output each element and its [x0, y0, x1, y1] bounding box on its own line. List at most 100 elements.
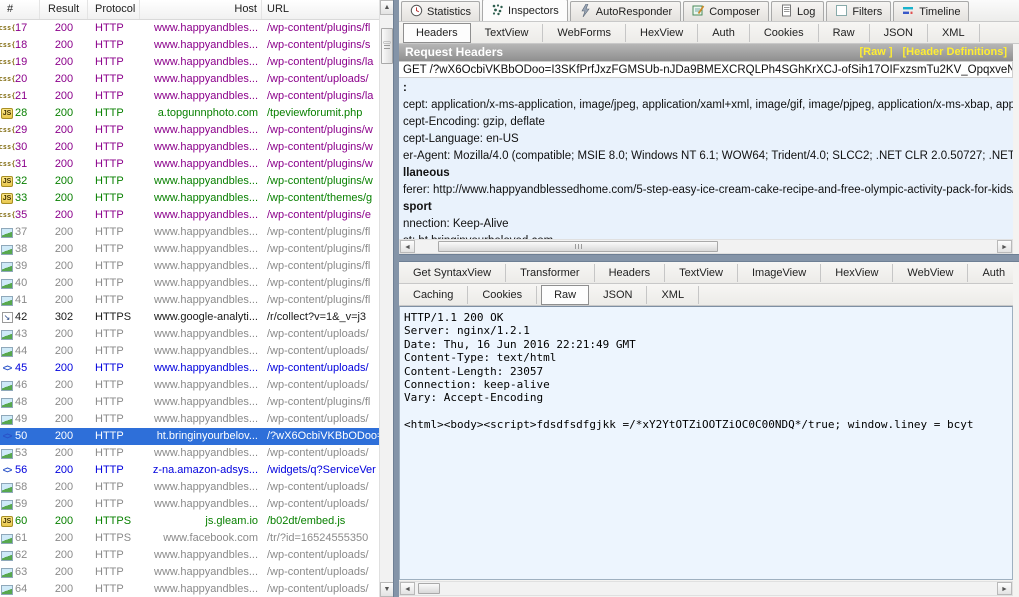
session-row[interactable]: 58200HTTPwww.happyandbles.../wp-content/… [0, 479, 379, 496]
session-row[interactable]: css{31200HTTPwww.happyandbles.../wp-cont… [0, 156, 379, 173]
scroll-up-arrow-icon[interactable]: ▲ [380, 0, 394, 15]
session-row[interactable]: <>56200HTTPz-na.amazon-adsys.../widgets/… [0, 462, 379, 479]
raw-link[interactable]: [Raw ] [859, 44, 892, 61]
scroll-down-arrow-icon[interactable]: ▼ [380, 582, 394, 597]
scrollbar-thumb[interactable] [381, 28, 393, 64]
request-horizontal-scrollbar[interactable]: ◄ ► [399, 239, 1013, 254]
session-row-result: 200 [40, 445, 88, 462]
scroll-right-arrow-icon[interactable]: ► [997, 582, 1012, 595]
column-header-protocol[interactable]: Protocol [88, 0, 140, 19]
session-row[interactable]: css{18200HTTPwww.happyandbles.../wp-cont… [0, 37, 379, 54]
tab-autoresponder[interactable]: AutoResponder [570, 1, 681, 21]
session-row[interactable]: JS60200HTTPSjs.gleam.io/b02dt/embed.js [0, 513, 379, 530]
request-tab-raw[interactable]: Raw [819, 24, 870, 42]
session-row[interactable]: 37200HTTPwww.happyandbles.../wp-content/… [0, 224, 379, 241]
response-tab-caching[interactable]: Caching [399, 286, 468, 304]
session-row-num-cell: <>50 [0, 428, 40, 445]
column-header-num[interactable]: # [0, 0, 40, 19]
response-raw-view[interactable]: HTTP/1.1 200 OKServer: nginx/1.2.1Date: … [399, 306, 1013, 580]
header-definitions-link[interactable]: [Header Definitions] [902, 44, 1007, 61]
session-row[interactable]: 41200HTTPwww.happyandbles.../wp-content/… [0, 292, 379, 309]
request-tab-webforms[interactable]: WebForms [543, 24, 626, 42]
request-tab-cookies[interactable]: Cookies [750, 24, 819, 42]
session-list-vertical-scrollbar[interactable]: ▲ ▼ [379, 0, 393, 597]
session-row[interactable]: <>45200HTTPwww.happyandbles.../wp-conten… [0, 360, 379, 377]
session-row[interactable]: 59200HTTPwww.happyandbles.../wp-content/… [0, 496, 379, 513]
request-tab-json[interactable]: JSON [870, 24, 928, 42]
session-row[interactable]: JS33200HTTPwww.happyandbles.../wp-conten… [0, 190, 379, 207]
session-row-protocol: HTTP [88, 479, 140, 496]
scroll-left-arrow-icon[interactable]: ◄ [400, 240, 415, 253]
scrollbar-thumb[interactable] [438, 241, 718, 252]
session-row[interactable]: css{20200HTTPwww.happyandbles.../wp-cont… [0, 71, 379, 88]
image-icon [0, 550, 14, 562]
session-row[interactable]: css{17200HTTPwww.happyandbles.../wp-cont… [0, 20, 379, 37]
session-row[interactable]: ↘42302HTTPSwww.google-analyti.../r/colle… [0, 309, 379, 326]
session-row[interactable]: css{30200HTTPwww.happyandbles.../wp-cont… [0, 139, 379, 156]
css-icon: css{ [0, 40, 14, 52]
session-row[interactable]: css{19200HTTPwww.happyandbles.../wp-cont… [0, 54, 379, 71]
response-tab-raw[interactable]: Raw [541, 285, 589, 305]
session-row-host: www.happyandbles... [140, 54, 262, 71]
panel-splitter-horizontal[interactable] [399, 254, 1019, 262]
request-tab-headers[interactable]: Headers [403, 23, 471, 43]
session-row[interactable]: css{35200HTTPwww.happyandbles.../wp-cont… [0, 207, 379, 224]
session-row[interactable]: 46200HTTPwww.happyandbles.../wp-content/… [0, 377, 379, 394]
session-row[interactable]: 40200HTTPwww.happyandbles.../wp-content/… [0, 275, 379, 292]
session-row[interactable]: JS32200HTTPwww.happyandbles.../wp-conten… [0, 173, 379, 190]
request-tab-textview[interactable]: TextView [471, 24, 544, 42]
column-header-url[interactable]: URL [262, 0, 379, 19]
tab-inspectors[interactable]: Inspectors [482, 0, 568, 21]
response-tab-json[interactable]: JSON [589, 286, 647, 304]
response-tab-auth[interactable]: Auth [968, 264, 1019, 282]
response-horizontal-scrollbar[interactable]: ◄ ► [399, 581, 1013, 596]
session-row-host: www.facebook.com [140, 530, 262, 547]
session-row[interactable]: 64200HTTPwww.happyandbles.../wp-content/… [0, 581, 379, 597]
session-row[interactable]: 53200HTTPwww.happyandbles.../wp-content/… [0, 445, 379, 462]
session-row[interactable]: 48200HTTPwww.happyandbles.../wp-content/… [0, 394, 379, 411]
session-row[interactable]: 38200HTTPwww.happyandbles.../wp-content/… [0, 241, 379, 258]
session-row[interactable]: 63200HTTPwww.happyandbles.../wp-content/… [0, 564, 379, 581]
request-tab-auth[interactable]: Auth [698, 24, 750, 42]
request-header-line: ferer: http://www.happyandblessedhome.co… [403, 182, 1013, 199]
response-tab-cookies[interactable]: Cookies [468, 286, 537, 304]
response-tab-webview[interactable]: WebView [893, 264, 968, 282]
image-icon [0, 244, 14, 256]
response-tab-headers[interactable]: Headers [595, 264, 666, 282]
session-row[interactable]: 43200HTTPwww.happyandbles.../wp-content/… [0, 326, 379, 343]
session-row[interactable]: 39200HTTPwww.happyandbles.../wp-content/… [0, 258, 379, 275]
response-tab-textview[interactable]: TextView [665, 264, 738, 282]
request-tab-hexview[interactable]: HexView [626, 24, 698, 42]
response-tab-transformer[interactable]: Transformer [506, 264, 595, 282]
response-inspector-tabbar-row2: CachingCookiesRawJSONXML [399, 284, 1013, 306]
request-inspector-tabbar: HeadersTextViewWebFormsHexViewAuthCookie… [399, 22, 1019, 44]
tab-timeline[interactable]: Timeline [893, 1, 969, 21]
scroll-right-arrow-icon[interactable]: ► [997, 240, 1012, 253]
response-tab-get-syntaxview[interactable]: Get SyntaxView [399, 264, 506, 282]
column-header-result[interactable]: Result [40, 0, 88, 19]
tab-filters[interactable]: Filters [826, 1, 891, 21]
session-row[interactable]: 44200HTTPwww.happyandbles.../wp-content/… [0, 343, 379, 360]
tab-log[interactable]: Log [771, 1, 824, 21]
tab-composer[interactable]: Composer [683, 1, 769, 21]
session-row[interactable]: 49200HTTPwww.happyandbles.../wp-content/… [0, 411, 379, 428]
tab-statistics[interactable]: Statistics [401, 1, 480, 21]
session-row[interactable]: JS28200HTTPa.topgunnphoto.com/tpeviewfor… [0, 105, 379, 122]
request-line[interactable]: GET /?wX6OcbiVKBbODoo=I3SKfPrfJxzFGMSUb-… [399, 61, 1013, 78]
session-row-protocol: HTTP [88, 139, 140, 156]
request-headers-tree[interactable]: :cept: application/x-ms-application, ima… [399, 78, 1013, 239]
scroll-left-arrow-icon[interactable]: ◄ [400, 582, 415, 595]
response-tab-hexview[interactable]: HexView [821, 264, 893, 282]
session-row[interactable]: css{21200HTTPwww.happyandbles.../wp-cont… [0, 88, 379, 105]
css-icon: css{ [0, 142, 14, 154]
response-tab-imageview[interactable]: ImageView [738, 264, 821, 282]
response-tab-xml[interactable]: XML [647, 286, 699, 304]
session-row[interactable]: 62200HTTPwww.happyandbles.../wp-content/… [0, 547, 379, 564]
session-row[interactable]: 61200HTTPSwww.facebook.com/tr/?id=165245… [0, 530, 379, 547]
column-header-host[interactable]: Host [140, 0, 262, 19]
request-tab-xml[interactable]: XML [928, 24, 980, 42]
image-icon [0, 482, 14, 494]
session-row[interactable]: css{29200HTTPwww.happyandbles.../wp-cont… [0, 122, 379, 139]
scrollbar-thumb[interactable] [418, 583, 440, 594]
session-row[interactable]: <>50200HTTPht.bringinyourbelov.../?wX6Oc… [0, 428, 379, 445]
